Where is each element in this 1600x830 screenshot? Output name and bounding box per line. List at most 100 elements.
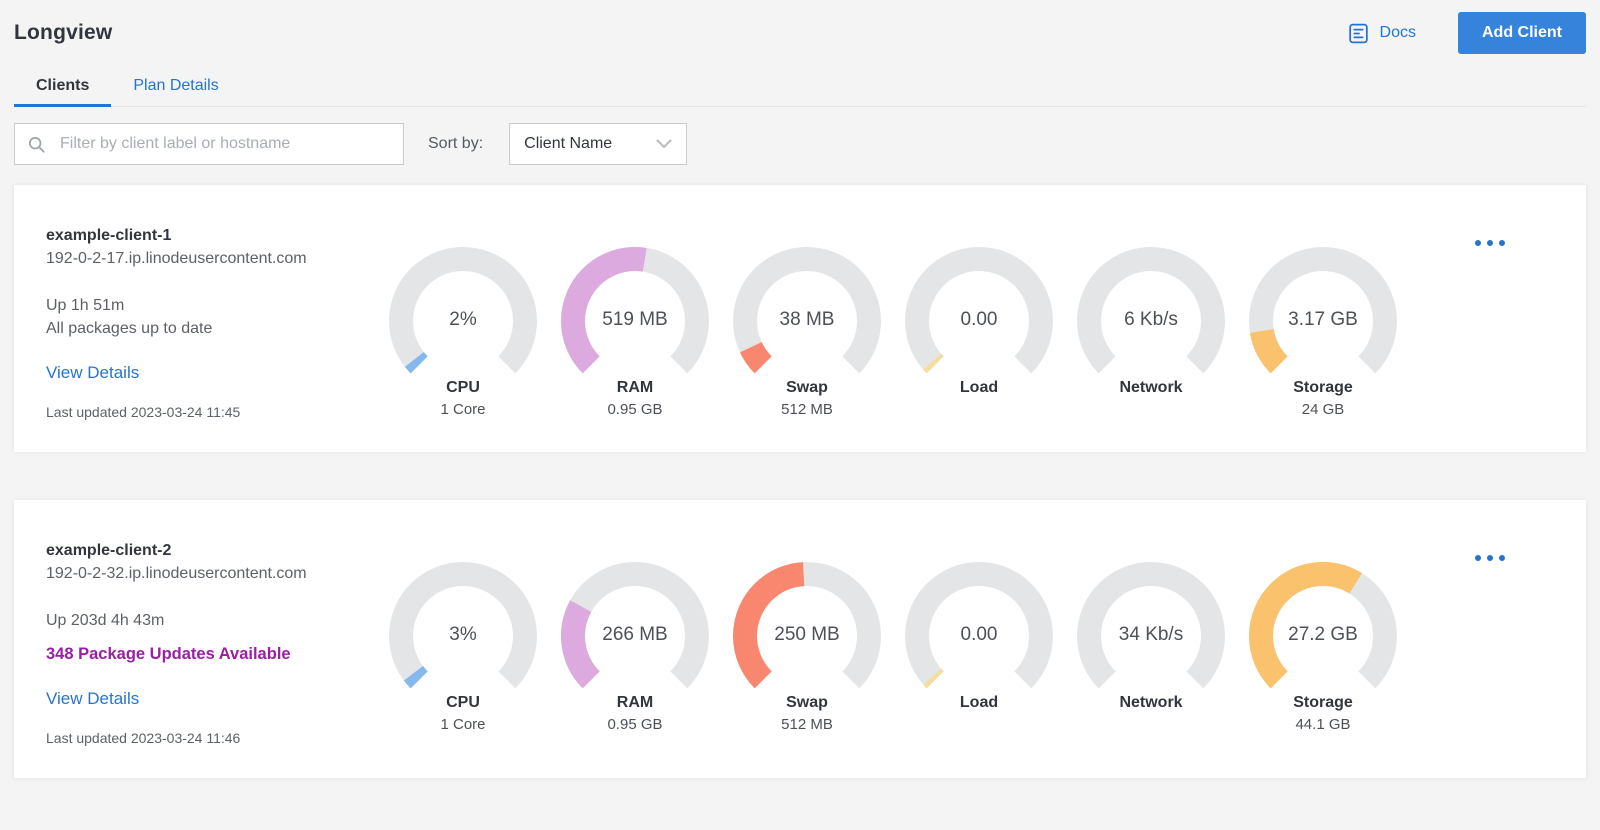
gauge-labels: RAM 0.95 GB — [560, 378, 710, 420]
gauge-value: 3% — [449, 624, 477, 645]
gauge-labels: Load — [904, 378, 1054, 420]
gauge-sublabel: 0.95 GB — [607, 716, 663, 733]
gauge-value: 3.17 GB — [1288, 309, 1358, 330]
gauge-labels: Storage 44.1 GB — [1248, 693, 1398, 735]
gauge-sublabel: 1 Core — [440, 716, 486, 733]
gauge-sublabel — [1076, 400, 1226, 420]
gauge-labels: Storage 24 GB — [1248, 378, 1398, 420]
gauge-title: Swap — [786, 379, 828, 396]
gauge-labels: Network — [1076, 378, 1226, 420]
search-icon — [27, 135, 46, 154]
kebab-dot — [1475, 555, 1481, 561]
kebab-dot — [1499, 240, 1505, 246]
gauge-value: 2% — [449, 309, 477, 330]
gauge-value: 519 MB — [602, 309, 668, 330]
kebab-dot — [1475, 240, 1481, 246]
gauge-title: Load — [959, 379, 999, 396]
client-info: example-client-1 192-0-2-17.ip.linodeuse… — [46, 213, 380, 424]
gauge-cpu: 3% CPU 1 Core — [388, 561, 538, 750]
client-packages: All packages up to date — [46, 320, 213, 337]
docs-label: Docs — [1379, 24, 1416, 41]
gauge-labels: Swap 512 MB — [732, 378, 882, 420]
gauge-title: CPU — [446, 379, 480, 396]
gauge-title: Network — [1119, 379, 1183, 396]
gauge-swap: 250 MB Swap 512 MB — [732, 561, 882, 750]
gauge-title: Storage — [1293, 379, 1353, 396]
search-box — [14, 123, 404, 165]
gauge-title: CPU — [446, 694, 480, 711]
gauge-title: RAM — [616, 694, 654, 711]
gauge-ram: 519 MB RAM 0.95 GB — [560, 246, 710, 424]
gauge-labels: RAM 0.95 GB — [560, 693, 710, 735]
header-actions: Docs Add Client — [1346, 12, 1586, 54]
client-uptime: Up 203d 4h 43m — [46, 612, 165, 629]
gauge-sublabel: 1 Core — [440, 401, 486, 418]
gauge-cpu: 2% CPU 1 Core — [388, 246, 538, 424]
add-client-button[interactable]: Add Client — [1458, 12, 1586, 54]
gauge-title: Storage — [1293, 694, 1353, 711]
tab-bar: Clients Plan Details — [14, 66, 1586, 107]
filter-row: Sort by: Client Name — [14, 123, 1586, 165]
gauge-sublabel: 24 GB — [1301, 401, 1345, 418]
docs-icon — [1346, 21, 1371, 46]
gauge-load: 0.00 Load — [904, 246, 1054, 424]
gauge-labels: Load — [904, 693, 1054, 735]
view-details-link[interactable]: View Details — [46, 689, 139, 708]
sort-by-label: Sort by: — [428, 135, 484, 152]
client-uptime: Up 1h 51m — [46, 297, 125, 314]
client-card: example-client-2 192-0-2-32.ip.linodeuse… — [14, 500, 1586, 778]
client-packages: 348 Package Updates Available — [46, 645, 291, 663]
gauge-sublabel: 44.1 GB — [1295, 716, 1351, 733]
gauge-value: 266 MB — [602, 624, 668, 645]
gauge-labels: Network — [1076, 693, 1226, 735]
client-last-updated: Last updated 2023-03-24 11:45 — [46, 404, 241, 420]
client-hostname: 192-0-2-17.ip.linodeusercontent.com — [46, 250, 307, 267]
docs-link[interactable]: Docs — [1346, 21, 1416, 46]
kebab-dot — [1487, 240, 1493, 246]
view-details-link[interactable]: View Details — [46, 363, 139, 382]
gauge-value: 34 Kb/s — [1118, 624, 1184, 645]
gauge-title: RAM — [616, 379, 654, 396]
gauge-value: 250 MB — [774, 624, 840, 645]
tab-clients[interactable]: Clients — [14, 66, 112, 107]
kebab-dot — [1499, 555, 1505, 561]
gauge-labels: Swap 512 MB — [732, 693, 882, 735]
client-actions-menu[interactable] — [1470, 235, 1510, 251]
gauge-storage: 3.17 GB Storage 24 GB — [1248, 246, 1398, 424]
client-info: example-client-2 192-0-2-32.ip.linodeuse… — [46, 528, 380, 750]
client-list: example-client-1 192-0-2-17.ip.linodeuse… — [14, 185, 1586, 778]
gauge-value: 0.00 — [960, 309, 998, 330]
gauge-network: 6 Kb/s Network — [1076, 246, 1226, 424]
longview-page: Longview Docs Add Client Clients Plan De… — [0, 0, 1600, 778]
sort-select[interactable]: Client Name — [509, 123, 688, 165]
gauge-sublabel — [904, 400, 1054, 420]
gauge-swap: 38 MB Swap 512 MB — [732, 246, 882, 424]
gauge-load: 0.00 Load — [904, 561, 1054, 750]
client-filter-input[interactable] — [58, 134, 391, 154]
gauge-sublabel: 0.95 GB — [607, 401, 663, 418]
tab-plan-details[interactable]: Plan Details — [111, 66, 240, 106]
client-actions-menu[interactable] — [1470, 550, 1510, 566]
gauge-ram: 266 MB RAM 0.95 GB — [560, 561, 710, 750]
client-hostname: 192-0-2-32.ip.linodeusercontent.com — [46, 565, 307, 582]
view-details: View Details — [46, 361, 380, 385]
gauge-row: 2% CPU 1 Core 519 MB RAM 0.95 GB 38 MB Swap 512 … — [388, 213, 1398, 424]
page-header: Longview Docs Add Client — [14, 0, 1586, 54]
gauge-sublabel — [904, 715, 1054, 735]
gauge-network: 34 Kb/s Network — [1076, 561, 1226, 750]
client-name: example-client-1 — [46, 227, 172, 244]
gauge-value: 0.00 — [960, 624, 998, 645]
gauge-title: Load — [959, 694, 999, 711]
gauge-labels: CPU 1 Core — [388, 693, 538, 735]
gauge-sublabel — [1076, 715, 1226, 735]
gauge-title: Network — [1119, 694, 1183, 711]
client-card: example-client-1 192-0-2-17.ip.linodeuse… — [14, 185, 1586, 452]
gauge-value: 6 Kb/s — [1124, 309, 1178, 330]
gauge-title: Swap — [786, 694, 828, 711]
gauge-value: 27.2 GB — [1288, 624, 1358, 645]
gauge-sublabel: 512 MB — [781, 716, 833, 733]
gauge-row: 3% CPU 1 Core 266 MB RAM 0.95 GB 250 MB Swap 512… — [388, 528, 1398, 750]
gauge-value: 38 MB — [779, 309, 835, 330]
gauge-sublabel: 512 MB — [781, 401, 833, 418]
client-name: example-client-2 — [46, 542, 172, 559]
